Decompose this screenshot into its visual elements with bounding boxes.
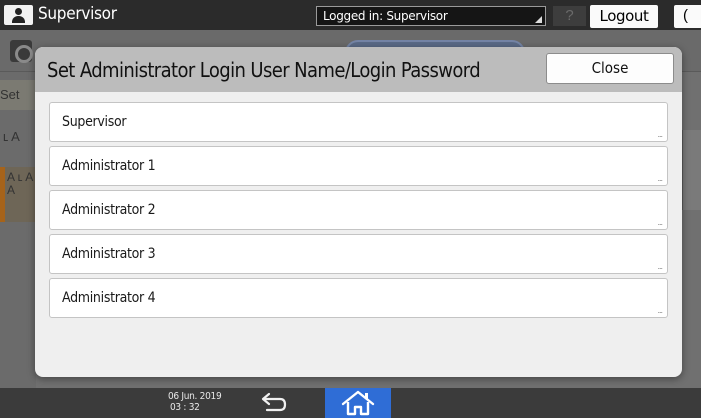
more-icon: ...	[657, 261, 662, 271]
back-arrow-icon	[261, 392, 287, 412]
more-icon: ...	[657, 305, 662, 315]
background-left-item: Set	[0, 80, 36, 110]
back-button[interactable]	[256, 390, 290, 416]
expand-corner-icon	[535, 16, 542, 23]
login-status-field[interactable]: Logged in: Supervisor	[316, 6, 546, 26]
dialog-header: Set Administrator Login User Name/Login …	[35, 47, 682, 92]
list-item-label: Supervisor	[62, 114, 127, 130]
date-text: 06 Jun. 2019	[168, 391, 222, 402]
user-icon	[4, 5, 33, 25]
help-button[interactable]: ?	[553, 6, 586, 26]
background-left-item: A ʟ A A	[0, 167, 36, 222]
close-button[interactable]: Close	[546, 53, 674, 84]
current-user-name: Supervisor	[38, 4, 117, 24]
list-item-label: Administrator 3	[62, 246, 156, 262]
energy-saver-button[interactable]: (	[674, 5, 701, 28]
logout-button[interactable]: Logout	[590, 5, 658, 28]
more-icon: ...	[657, 217, 662, 227]
login-status-text: Logged in: Supervisor	[323, 9, 448, 23]
set-admin-login-dialog: Set Administrator Login User Name/Login …	[35, 47, 682, 377]
list-item-administrator-3[interactable]: Administrator 3 ...	[49, 234, 668, 274]
list-item-administrator-4[interactable]: Administrator 4 ...	[49, 278, 668, 318]
more-icon: ...	[657, 173, 662, 183]
home-icon	[341, 390, 375, 416]
list-item-supervisor[interactable]: Supervisor ...	[49, 102, 668, 142]
date-time-display: 06 Jun. 2019 03 : 32	[168, 391, 222, 413]
more-icon: ...	[657, 129, 662, 139]
list-item-label: Administrator 4	[62, 290, 156, 306]
time-text: 03 : 32	[170, 402, 200, 413]
dialog-title: Set Administrator Login User Name/Login …	[47, 58, 481, 82]
list-item-administrator-1[interactable]: Administrator 1 ...	[49, 146, 668, 186]
settings-gear-icon	[10, 40, 33, 63]
moon-icon: (	[683, 7, 688, 24]
home-button[interactable]	[325, 388, 391, 418]
background-right-strip	[682, 130, 701, 210]
top-bar: Supervisor Logged in: Supervisor ? Logou…	[0, 0, 701, 30]
background-left-item: ʟ A	[3, 129, 20, 144]
administrator-list: Supervisor ... Administrator 1 ... Admin…	[49, 102, 668, 322]
background-left-panel: Set ʟ A A ʟ A A	[0, 72, 36, 388]
list-item-label: Administrator 1	[62, 158, 156, 174]
bottom-bar: 06 Jun. 2019 03 : 32	[0, 388, 701, 418]
list-item-label: Administrator 2	[62, 202, 156, 218]
list-item-administrator-2[interactable]: Administrator 2 ...	[49, 190, 668, 230]
